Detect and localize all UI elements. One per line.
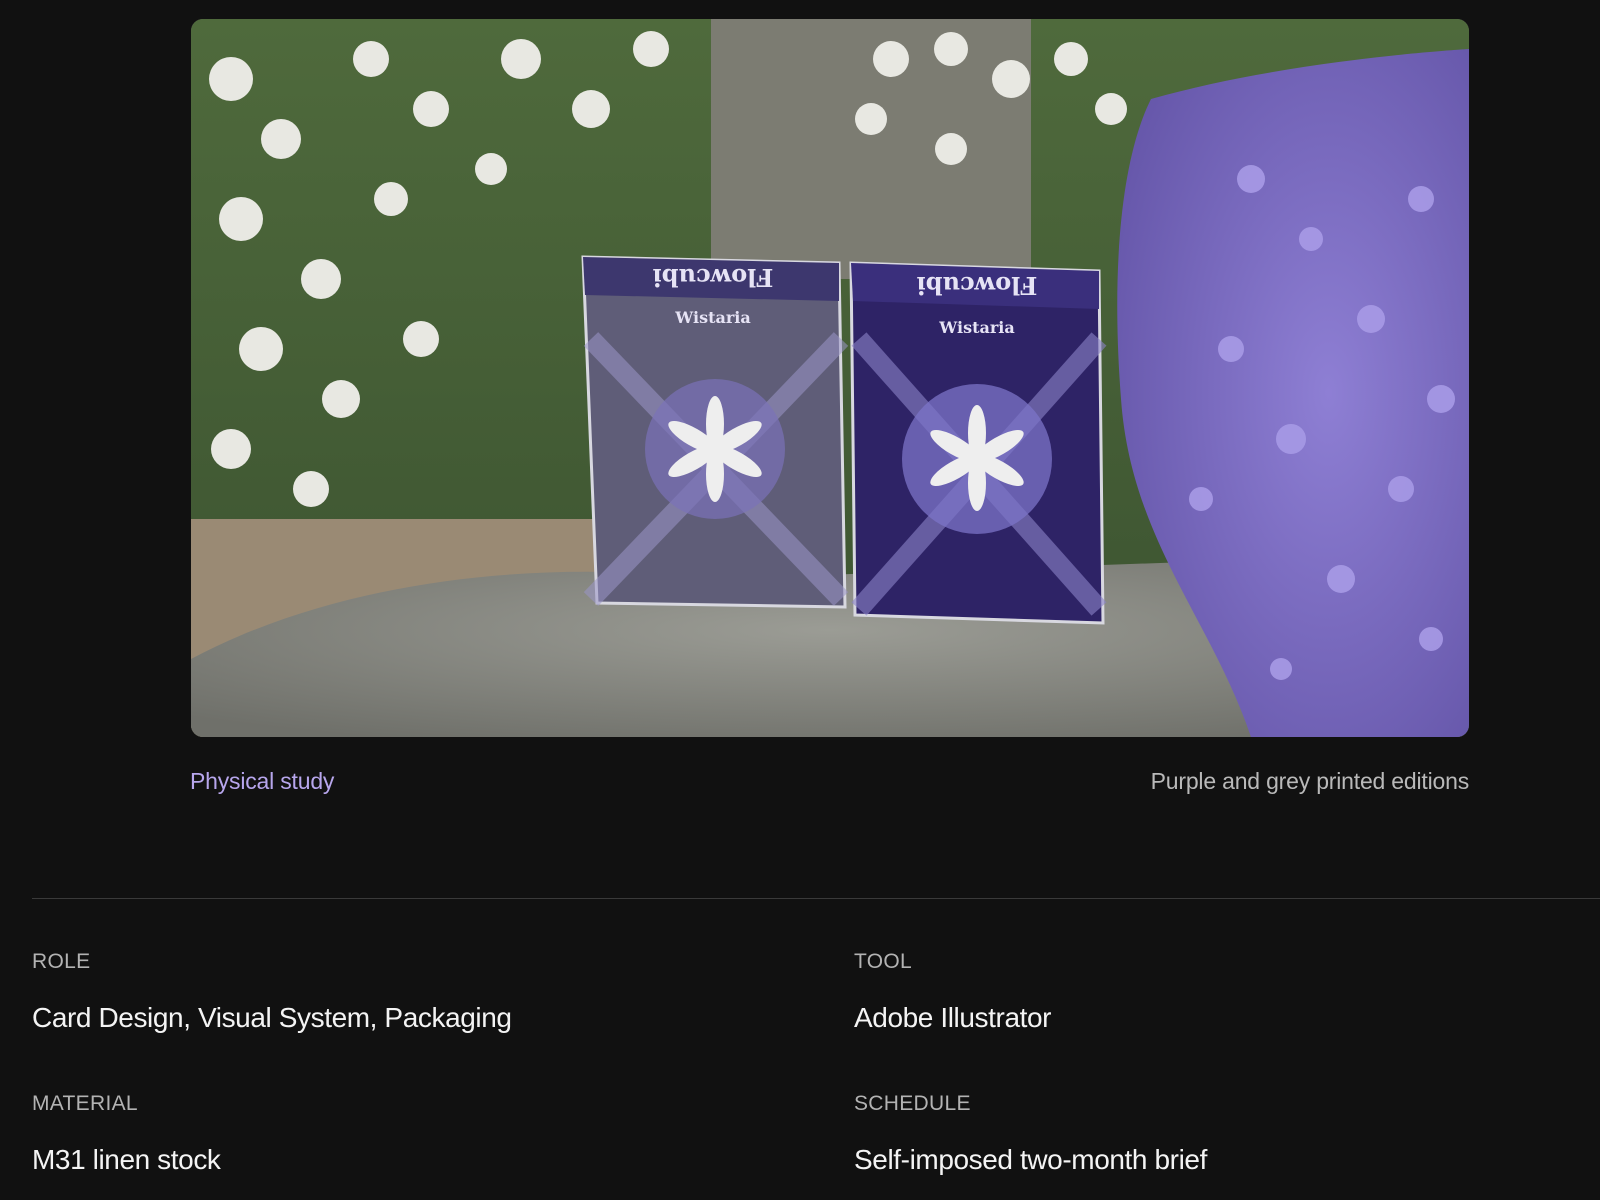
material-value: M31 linen stock <box>32 1144 221 1175</box>
purple-deck-name: Wistaria <box>938 318 1014 337</box>
tool-label: TOOL <box>854 950 912 973</box>
project-details-page: Flowcubi Wistaria Flowcubi Wistaria Phys… <box>0 0 1600 1200</box>
section-divider <box>32 898 1600 899</box>
hero-photo: Flowcubi Wistaria Flowcubi Wistaria <box>191 19 1469 737</box>
caption-text: Purple and grey printed editions <box>1150 768 1470 794</box>
deck-photo-illustration: Flowcubi Wistaria Flowcubi Wistaria <box>191 19 1469 737</box>
role-value: Card Design, Visual System, Packaging <box>32 1002 512 1033</box>
purple-deck <box>849 261 1107 625</box>
grey-deck-name: Wistaria <box>674 308 750 327</box>
role-label: ROLE <box>32 950 91 973</box>
schedule-label: SCHEDULE <box>854 1092 971 1115</box>
material-label: MATERIAL <box>32 1092 138 1115</box>
grey-deck-brand: Flowcubi <box>653 263 774 292</box>
tool-value: Adobe Illustrator <box>854 1002 1052 1033</box>
schedule-value: Self-imposed two-month brief <box>854 1144 1207 1175</box>
purple-deck-brand: Flowcubi <box>917 271 1038 300</box>
caption-label: Physical study <box>190 768 335 794</box>
